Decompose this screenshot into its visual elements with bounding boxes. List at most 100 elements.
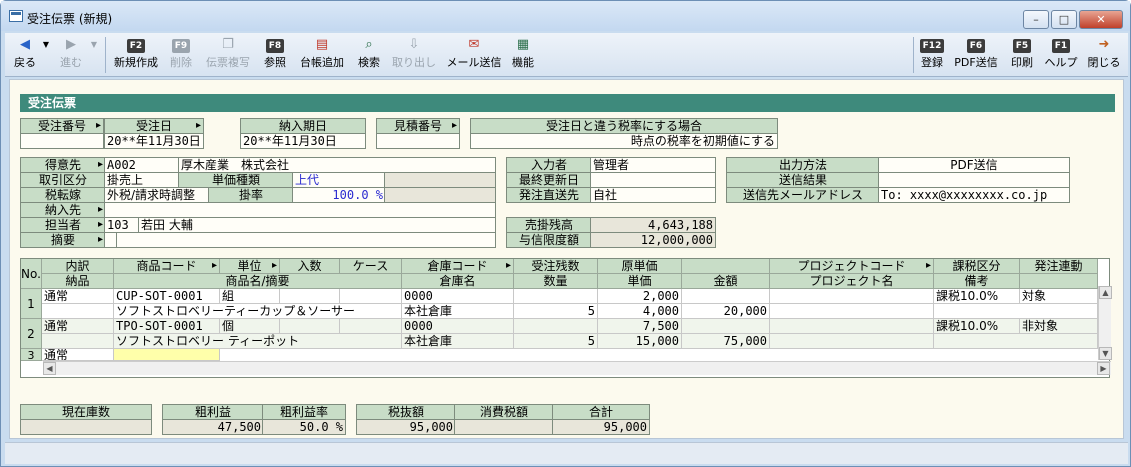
cell-qty-per[interactable] xyxy=(280,289,340,304)
pdf-send-button[interactable]: F6 PDF送信 xyxy=(951,37,1001,75)
cell-cost[interactable]: 2,000 xyxy=(598,289,682,304)
staff-name-field: 若田 大輔 xyxy=(138,217,496,233)
vertical-scrollbar[interactable]: ▲ ▼ xyxy=(1098,286,1112,360)
cell-warehouse-code[interactable]: 0000 xyxy=(402,319,514,334)
cell-order-link[interactable]: 非対象 xyxy=(1020,319,1098,334)
cell-price[interactable]: 15,000 xyxy=(598,334,682,349)
delivery-date-label: 納入期日 xyxy=(240,118,366,134)
col-project-code-header: プロジェクトコード xyxy=(770,259,934,274)
exit-icon: ➜ xyxy=(1098,37,1110,52)
forward-button[interactable]: ▶ 進む xyxy=(55,37,87,75)
cell-project-code[interactable] xyxy=(770,289,934,304)
cell-price[interactable]: 4,000 xyxy=(598,304,682,319)
forward-arrow-icon: ▶ xyxy=(66,37,76,52)
cell-qty[interactable]: 5 xyxy=(514,304,598,319)
import-button[interactable]: ⇩ 取り出し xyxy=(389,37,439,75)
memo-field[interactable] xyxy=(116,232,496,248)
col-cost-header: 原単価 xyxy=(598,259,682,274)
output-method-field[interactable]: PDF送信 xyxy=(878,157,1070,173)
scroll-down-icon[interactable]: ▼ xyxy=(1099,347,1112,360)
customer-code-field[interactable]: A002 xyxy=(104,157,180,173)
cell-tax[interactable]: 課税10.0% xyxy=(934,289,1020,304)
help-button[interactable]: F1 ヘルプ xyxy=(1041,37,1081,75)
cell-kind[interactable]: 通常 xyxy=(42,349,114,361)
window-title: 受注伝票 (新規) xyxy=(27,12,113,26)
forward-dropdown[interactable]: ▼ xyxy=(89,37,99,75)
net-amount-label: 税抜額 xyxy=(356,404,456,420)
title-bar: 受注伝票 (新規) – □ ✕ xyxy=(1,1,1130,31)
cell-qty-per[interactable] xyxy=(280,319,340,334)
col-warehouse-code-header: 倉庫コード xyxy=(402,259,514,274)
estimate-no-field[interactable] xyxy=(376,133,460,149)
net-amount-field: 95,000 xyxy=(356,419,456,435)
cell-kind[interactable]: 通常 xyxy=(42,319,114,334)
trade-type-label: 取引区分 xyxy=(20,172,106,188)
cell-code[interactable]: TPO-SOT-0001 xyxy=(114,319,220,334)
ledger-add-button[interactable]: ▤ 台帳追加 xyxy=(295,37,349,75)
stock-field xyxy=(20,419,152,435)
cell-blank xyxy=(682,319,770,334)
scroll-up-icon[interactable]: ▲ xyxy=(1099,286,1112,299)
staff-code-field[interactable]: 103 xyxy=(104,217,140,233)
cell-warehouse-name: 本社倉庫 xyxy=(402,334,514,349)
rate-field[interactable]: 100.0 % xyxy=(292,187,386,203)
cell-delivery[interactable] xyxy=(42,304,114,319)
cell-order-link[interactable]: 対象 xyxy=(1020,289,1098,304)
stock-label: 現在庫数 xyxy=(20,404,152,420)
cell-qty[interactable]: 5 xyxy=(514,334,598,349)
cell-delivery[interactable] xyxy=(42,334,114,349)
customer-name-field: 厚木産業 株式会社 xyxy=(178,157,496,173)
cell-tax[interactable]: 課税10.0% xyxy=(934,319,1020,334)
back-arrow-icon: ◀ xyxy=(20,37,30,52)
scroll-left-icon[interactable]: ◀ xyxy=(43,362,56,375)
back-dropdown[interactable]: ▼ xyxy=(41,37,51,75)
cell-blank xyxy=(682,289,770,304)
close-window-button[interactable]: ✕ xyxy=(1079,10,1123,29)
order-no-field[interactable] xyxy=(20,133,104,149)
import-icon: ⇩ xyxy=(408,37,420,52)
close-button[interactable]: ➜ 閉じる xyxy=(1085,37,1123,75)
new-button[interactable]: F2 新規作成 xyxy=(109,37,163,75)
function-button[interactable]: ▦ 機能 xyxy=(507,37,539,75)
register-button[interactable]: F12 登録 xyxy=(917,37,947,75)
maximize-button[interactable]: □ xyxy=(1051,10,1077,29)
search-button[interactable]: ⌕ 検索 xyxy=(353,37,385,75)
estimate-no-label: 見積番号 xyxy=(376,118,460,134)
copy-slip-button[interactable]: ❐ 伝票複写 xyxy=(201,37,255,75)
unit-price-type-field[interactable]: 上代 xyxy=(292,172,386,188)
trade-type-field[interactable]: 掛売上 xyxy=(104,172,180,188)
cell-warehouse-name: 本社倉庫 xyxy=(402,304,514,319)
cell-cost[interactable]: 7,500 xyxy=(598,319,682,334)
delivery-date-field[interactable]: 20**年11月30日 xyxy=(240,133,366,149)
cell-code-active[interactable] xyxy=(114,349,220,361)
back-button[interactable]: ◀ 戻る xyxy=(9,37,41,75)
cell-name[interactable]: ソフトストロベリーティーカップ＆ソーサー xyxy=(114,304,402,319)
order-date-field[interactable]: 20**年11月30日 xyxy=(104,133,204,149)
cell-note[interactable] xyxy=(934,304,1098,319)
cell-name[interactable]: ソフトストロベリー ティーポット xyxy=(114,334,402,349)
scroll-right-icon[interactable]: ▶ xyxy=(1097,362,1110,375)
delete-button[interactable]: F9 削除 xyxy=(165,37,197,75)
cell-case[interactable] xyxy=(340,319,402,334)
reference-button[interactable]: F8 参照 xyxy=(259,37,291,75)
cell-code[interactable]: CUP-SOT-0001 xyxy=(114,289,220,304)
cell-case[interactable] xyxy=(340,289,402,304)
cell-kind[interactable]: 通常 xyxy=(42,289,114,304)
direct-ship-field[interactable]: 自社 xyxy=(590,187,716,203)
cell-unit[interactable]: 組 xyxy=(220,289,280,304)
email-field[interactable]: To: xxxx@xxxxxxxx.co.jp xyxy=(878,187,1070,203)
print-button[interactable]: F5 印刷 xyxy=(1005,37,1039,75)
minimize-button[interactable]: – xyxy=(1023,10,1049,29)
cell-project-code[interactable] xyxy=(770,319,934,334)
f9-key-icon: F9 xyxy=(171,39,191,53)
tax-rate-field[interactable]: 時点の税率を初期値にする xyxy=(470,133,778,149)
cell-warehouse-code[interactable]: 0000 xyxy=(402,289,514,304)
horizontal-scrollbar[interactable]: ◀ ▶ xyxy=(43,361,1111,375)
cell-note[interactable] xyxy=(934,334,1098,349)
tax-shift-field[interactable]: 外税/請求時調整 xyxy=(104,187,210,203)
send-mail-button[interactable]: ✉ メール送信 xyxy=(443,37,505,75)
tax-rate-label: 受注日と違う税率にする場合 xyxy=(470,118,778,134)
deliver-to-field[interactable] xyxy=(104,202,496,218)
cell-unit[interactable]: 個 xyxy=(220,319,280,334)
col-qty-header: 数量 xyxy=(514,274,598,289)
